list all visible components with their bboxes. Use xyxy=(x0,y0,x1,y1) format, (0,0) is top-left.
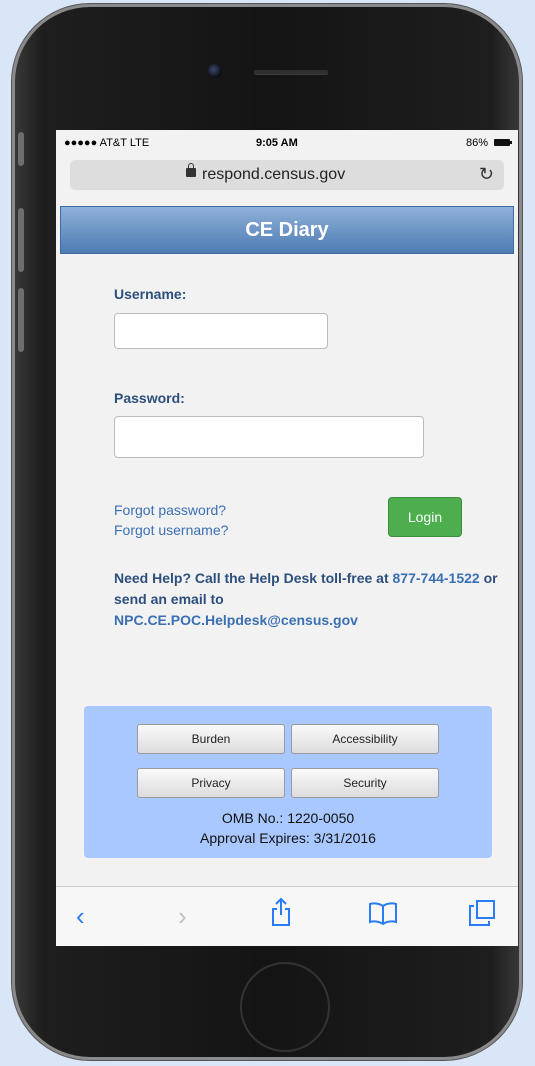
phone-screen: ●●●●● AT&T LTE 9:05 AM 86% respond.censu… xyxy=(56,130,518,946)
url-text: respond.census.gov xyxy=(202,166,346,183)
tabs-icon[interactable] xyxy=(468,899,496,934)
footer-panel: Burden Accessibility Privacy Security OM… xyxy=(84,706,492,858)
front-camera xyxy=(208,64,222,78)
login-button[interactable]: Login xyxy=(388,497,462,537)
mute-switch xyxy=(18,132,24,166)
page-title: CE Diary xyxy=(60,206,514,254)
help-email-link[interactable]: NPC.CE.POC.Helpdesk@census.gov xyxy=(114,612,358,628)
forward-icon[interactable]: › xyxy=(178,901,187,932)
back-icon[interactable]: ‹ xyxy=(76,901,85,932)
phone-frame: ●●●●● AT&T LTE 9:05 AM 86% respond.censu… xyxy=(12,4,522,1060)
password-field[interactable] xyxy=(114,416,424,458)
help-phone-link[interactable]: 877-744-1522 xyxy=(393,570,480,586)
lock-icon xyxy=(186,163,196,177)
omb-number: OMB No.: 1220-0050 xyxy=(221,810,355,826)
username-label: Username: xyxy=(114,286,187,302)
username-field[interactable] xyxy=(114,313,328,349)
clock: 9:05 AM xyxy=(256,137,298,149)
password-label: Password: xyxy=(114,390,185,406)
reload-icon[interactable]: ↻ xyxy=(479,164,494,185)
accessibility-button[interactable]: Accessibility xyxy=(291,724,439,754)
status-bar: ●●●●● AT&T LTE 9:05 AM 86% xyxy=(56,130,518,156)
volume-up-button xyxy=(18,208,24,272)
browser-toolbar: ‹ › xyxy=(56,886,518,946)
battery-percent: 86% xyxy=(465,137,488,149)
forgot-password-link[interactable]: Forgot password? xyxy=(114,502,226,518)
carrier-label: ●●●●● AT&T LTE xyxy=(64,137,150,149)
help-text-intro: Need Help? Call the Help Desk toll-free … xyxy=(114,570,393,586)
volume-down-button xyxy=(18,288,24,352)
battery-icon xyxy=(494,139,512,146)
security-button[interactable]: Security xyxy=(291,768,439,798)
earpiece-speaker xyxy=(254,70,328,74)
forgot-username-link[interactable]: Forgot username? xyxy=(114,522,228,538)
share-icon[interactable] xyxy=(270,897,292,934)
help-text: Need Help? Call the Help Desk toll-free … xyxy=(114,568,514,631)
privacy-button[interactable]: Privacy xyxy=(137,768,285,798)
address-bar[interactable]: respond.census.gov ↻ xyxy=(70,160,504,190)
home-button[interactable] xyxy=(240,962,330,1052)
burden-button[interactable]: Burden xyxy=(137,724,285,754)
approval-expires: Approval Expires: 3/31/2016 xyxy=(200,830,376,846)
bookmarks-icon[interactable] xyxy=(368,901,398,932)
